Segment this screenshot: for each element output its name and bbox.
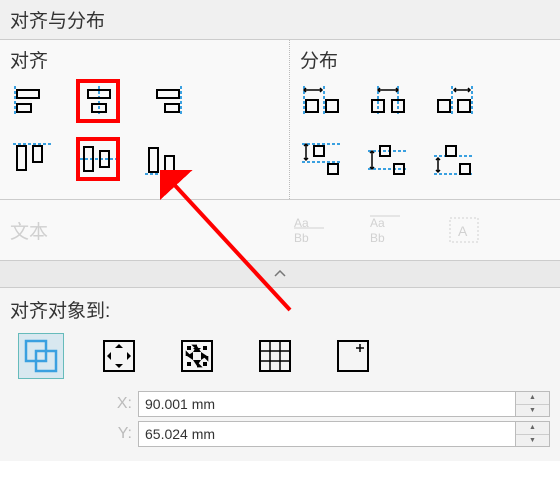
x-spinner[interactable]: ▲▼ xyxy=(516,391,550,417)
align-top-button[interactable] xyxy=(10,137,54,181)
svg-text:Bb: Bb xyxy=(294,231,309,245)
text-align-top-button[interactable]: AaBb xyxy=(366,208,410,252)
text-align-bounds-button[interactable]: A xyxy=(442,208,486,252)
align-center-vertical-button[interactable] xyxy=(76,137,120,181)
y-spinner[interactable]: ▲▼ xyxy=(516,421,550,447)
svg-text:Bb: Bb xyxy=(370,231,385,245)
text-align-baseline-button[interactable]: AaBb xyxy=(290,208,334,252)
distribute-right-button[interactable] xyxy=(432,79,476,123)
target-page-center-button[interactable] xyxy=(174,333,220,379)
align-left-button[interactable] xyxy=(10,79,54,123)
distribute-section: 分布 xyxy=(290,40,560,199)
target-section-label: 对齐对象到: xyxy=(10,296,550,323)
distribute-top-button[interactable] xyxy=(300,137,344,181)
align-section: 对齐 xyxy=(0,40,290,199)
align-bottom-button[interactable] xyxy=(142,137,186,181)
target-grid-button[interactable] xyxy=(252,333,298,379)
y-spinner-up[interactable]: ▲ xyxy=(516,422,549,435)
align-section-title: 对齐 xyxy=(10,46,289,73)
text-section-label: 文本 xyxy=(10,217,290,244)
distribute-center-v-button[interactable] xyxy=(366,137,410,181)
svg-text:Aa: Aa xyxy=(370,216,385,230)
svg-text:A: A xyxy=(458,223,468,239)
y-coord-input[interactable] xyxy=(138,421,516,447)
x-coord-input[interactable] xyxy=(138,391,516,417)
panel-title: 对齐与分布 xyxy=(0,0,560,40)
x-spinner-up[interactable]: ▲ xyxy=(516,392,549,405)
align-right-button[interactable] xyxy=(142,79,186,123)
y-spinner-down[interactable]: ▼ xyxy=(516,435,549,447)
distribute-section-title: 分布 xyxy=(300,46,560,73)
text-align-row: 文本 AaBb AaBb A xyxy=(0,200,560,261)
x-spinner-down[interactable]: ▼ xyxy=(516,405,549,417)
target-active-objects-button[interactable] xyxy=(18,333,64,379)
collapse-toggle[interactable] xyxy=(0,261,560,288)
y-coord-label: Y: xyxy=(110,425,138,443)
target-page-edge-button[interactable] xyxy=(96,333,142,379)
x-coord-label: X: xyxy=(110,395,138,413)
distribute-bottom-button[interactable] xyxy=(432,137,476,181)
align-center-horizontal-button[interactable] xyxy=(76,79,120,123)
distribute-left-button[interactable] xyxy=(300,79,344,123)
distribute-center-h-button[interactable] xyxy=(366,79,410,123)
target-specified-point-button[interactable] xyxy=(330,333,376,379)
